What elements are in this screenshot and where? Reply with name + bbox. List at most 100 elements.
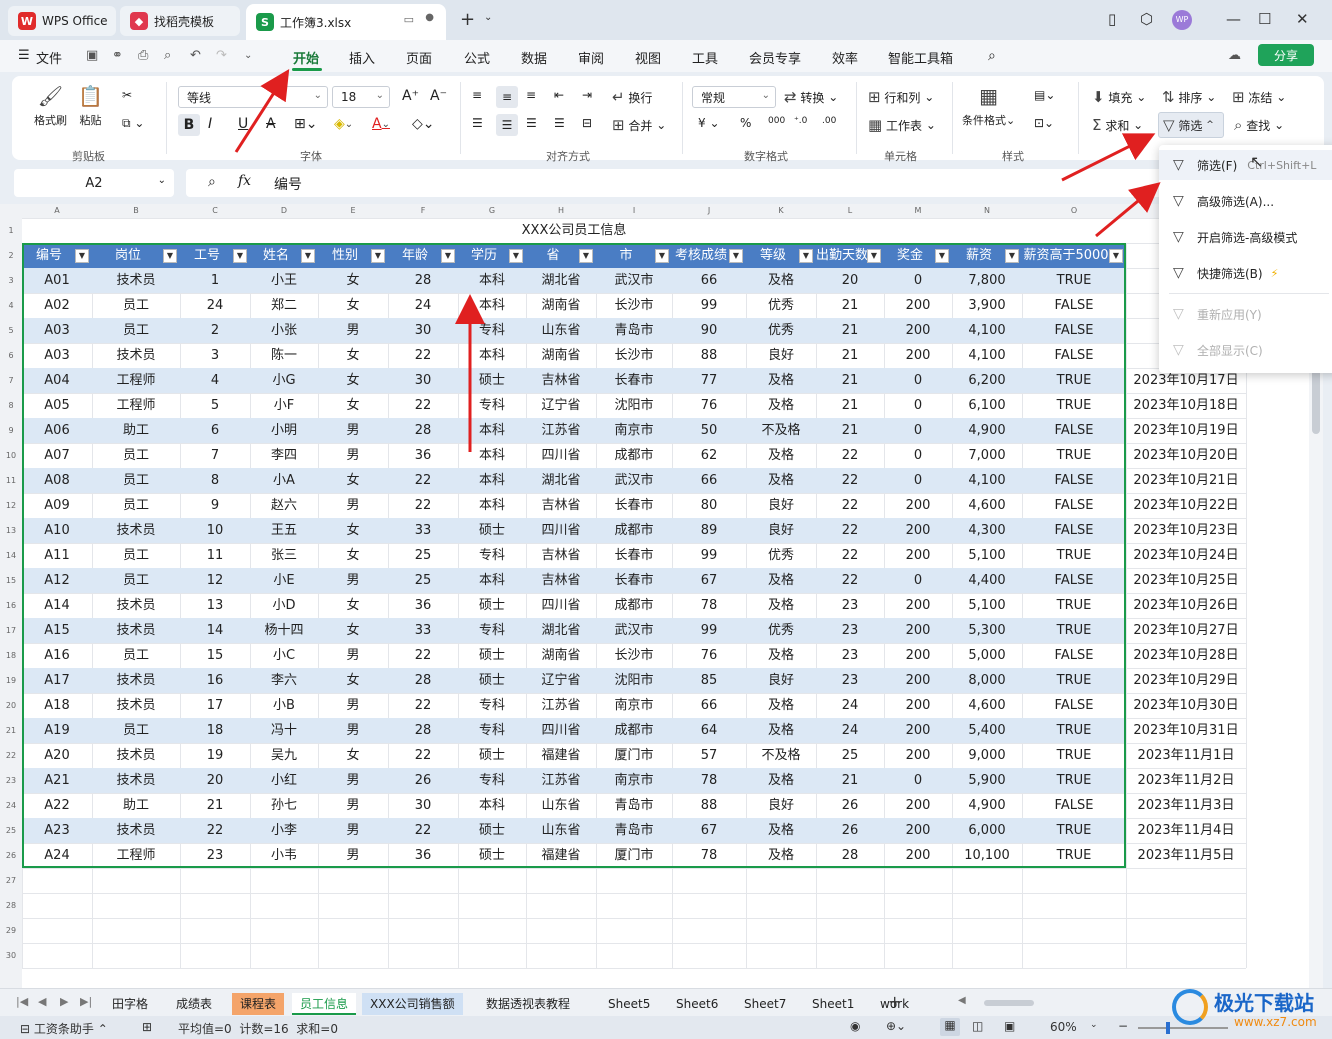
font-size-select[interactable]: 18 ⌄ — [332, 86, 390, 108]
crosshair-icon[interactable]: ⊕⌄ — [886, 1019, 906, 1033]
column-header[interactable]: C — [180, 204, 250, 218]
chevron-down-icon[interactable]: ⌄ — [244, 50, 252, 61]
share-button[interactable]: 分享 — [1258, 44, 1314, 66]
row-number[interactable]: 19 — [0, 668, 22, 693]
page-layout-icon[interactable]: ◫ — [972, 1019, 983, 1033]
row-number[interactable]: 15 — [0, 568, 22, 593]
table-cell[interactable]: 2023年10月23日 — [1126, 518, 1246, 543]
tab-workbook[interactable]: S 工作簿3.xlsx ▭ ● — [246, 4, 446, 40]
row-number[interactable]: 10 — [0, 443, 22, 468]
normal-view-icon[interactable]: ▦ — [940, 1018, 960, 1036]
copy-icon[interactable]: ⧉ ⌄ — [122, 116, 144, 131]
minimize-icon[interactable]: — — [1226, 10, 1241, 28]
fx-icon[interactable]: fx — [238, 173, 251, 189]
tab-daoke-templates[interactable]: ◆ 找稻壳模板 — [120, 6, 240, 36]
row-number[interactable]: 1 — [0, 218, 22, 243]
menu-member[interactable]: 会员专享 — [749, 48, 801, 67]
table-cell[interactable]: 2023年11月1日 — [1126, 743, 1246, 768]
layout-icon[interactable]: ▯ — [1108, 10, 1116, 28]
row-number[interactable]: 25 — [0, 818, 22, 843]
column-header[interactable]: E — [318, 204, 388, 218]
menu-file[interactable]: 文件 — [36, 48, 62, 67]
filter-button[interactable]: ▽ 筛选 ^ — [1158, 112, 1224, 138]
next-sheet-icon[interactable]: ▶ — [60, 995, 68, 1008]
zoom-out-icon[interactable]: − — [1118, 1019, 1128, 1033]
column-header[interactable]: H — [526, 204, 596, 218]
row-number[interactable]: 26 — [0, 843, 22, 868]
prev-sheet-icon[interactable]: ◀ — [38, 995, 46, 1008]
increase-font-icon[interactable]: A⁺ — [402, 88, 419, 104]
table-cell[interactable]: 2023年10月30日 — [1126, 693, 1246, 718]
row-number[interactable]: 18 — [0, 643, 22, 668]
formula-input[interactable]: ⌕ fx 编号 — [186, 169, 1324, 197]
new-tab-icon[interactable]: + — [460, 9, 475, 30]
last-sheet-icon[interactable]: ▶| — [80, 995, 92, 1008]
justify-icon[interactable]: ☰ — [554, 116, 565, 130]
name-box[interactable]: A2 ⌄ — [14, 169, 174, 197]
row-number[interactable]: 22 — [0, 743, 22, 768]
indent-decrease-icon[interactable]: ⇤ — [554, 88, 564, 102]
row-number[interactable]: 4 — [0, 293, 22, 318]
menu-page[interactable]: 页面 — [406, 48, 432, 67]
row-number[interactable]: 29 — [0, 918, 22, 943]
column-header[interactable]: F — [388, 204, 458, 218]
row-number[interactable]: 6 — [0, 343, 22, 368]
thousands-icon[interactable]: 000 — [768, 116, 785, 126]
menu-smart-toolbox[interactable]: 智能工具箱 — [888, 48, 953, 67]
column-header[interactable]: M — [884, 204, 952, 218]
cell-style-icon[interactable]: ▤⌄ — [1034, 88, 1055, 102]
worksheet-button[interactable]: ▦ 工作表 ⌄ — [868, 116, 936, 134]
menu-review[interactable]: 审阅 — [578, 48, 604, 67]
table-cell[interactable]: 2023年10月31日 — [1126, 718, 1246, 743]
bold-icon[interactable]: B — [178, 114, 200, 136]
number-format-select[interactable]: 常规 ⌄ — [692, 86, 776, 108]
strikethrough-icon[interactable]: A — [266, 116, 276, 132]
find-button[interactable]: ⌕ 查找 ⌄ — [1234, 116, 1284, 134]
row-col-button[interactable]: ⊞ 行和列 ⌄ — [868, 88, 934, 106]
column-header[interactable]: I — [596, 204, 672, 218]
menu-tools[interactable]: 工具 — [692, 48, 718, 67]
close-icon[interactable]: ✕ — [1296, 10, 1309, 28]
row-number[interactable]: 21 — [0, 718, 22, 743]
row-number[interactable]: 11 — [0, 468, 22, 493]
column-header[interactable]: N — [952, 204, 1022, 218]
align-bottom-icon[interactable]: ≡ — [526, 88, 536, 102]
row-number[interactable]: 9 — [0, 418, 22, 443]
scroll-left-icon[interactable]: ◀ — [958, 995, 966, 1006]
sheet-tab[interactable]: 员工信息 — [292, 993, 357, 1015]
currency-icon[interactable]: ¥ ⌄ — [698, 116, 720, 130]
sheet-tab[interactable]: Sheet7 — [736, 993, 794, 1015]
row-number[interactable]: 17 — [0, 618, 22, 643]
save-icon[interactable]: ▣ — [86, 48, 98, 63]
zoom-slider-handle[interactable] — [1166, 1022, 1170, 1034]
row-number[interactable]: 23 — [0, 768, 22, 793]
row-number[interactable]: 13 — [0, 518, 22, 543]
spreadsheet-grid[interactable]: ABCDEFGHIJKLMNO 1 2 3 4 5 6 7 8 9 10 11 12 13 14 15 16 1… — [0, 204, 1309, 988]
search-icon[interactable]: ⌕ — [988, 48, 996, 64]
table-cell[interactable]: 2023年10月28日 — [1126, 643, 1246, 668]
column-header[interactable]: J — [672, 204, 746, 218]
table-cell[interactable]: 2023年10月18日 — [1126, 393, 1246, 418]
row-number[interactable]: 7 — [0, 368, 22, 393]
convert-button[interactable]: ⇄ 转换 ⌄ — [784, 88, 838, 106]
sheet-tab[interactable]: XXX公司销售额 — [362, 993, 463, 1015]
row-number[interactable]: 20 — [0, 693, 22, 718]
page-break-icon[interactable]: ▣ — [1004, 1019, 1015, 1033]
menu-item-quick-filter[interactable]: ▽ 快捷筛选(B) ⚡ — [1159, 258, 1332, 288]
table-cell[interactable]: 2023年11月4日 — [1126, 818, 1246, 843]
table-style-icon[interactable]: ⊡⌄ — [1034, 116, 1054, 130]
column-header[interactable]: B — [92, 204, 180, 218]
sum-button[interactable]: Σ 求和 ⌄ — [1092, 116, 1143, 134]
fill-button[interactable]: ⬇ 填充 ⌄ — [1092, 88, 1146, 106]
column-header[interactable]: G — [458, 204, 526, 218]
table-cell[interactable]: 2023年10月21日 — [1126, 468, 1246, 493]
row-number[interactable]: 2 — [0, 243, 22, 268]
horizontal-scrollbar-thumb[interactable] — [984, 1000, 1034, 1006]
column-header[interactable]: L — [816, 204, 884, 218]
print-icon[interactable]: ⎙ — [138, 48, 148, 63]
zoom-icon[interactable]: ⌕ — [208, 174, 216, 190]
sheet-tab[interactable]: 田字格 — [104, 993, 156, 1015]
row-number[interactable]: 14 — [0, 543, 22, 568]
column-header[interactable]: A — [22, 204, 92, 218]
sheet-title[interactable]: XXX公司员工信息 — [22, 218, 1126, 243]
